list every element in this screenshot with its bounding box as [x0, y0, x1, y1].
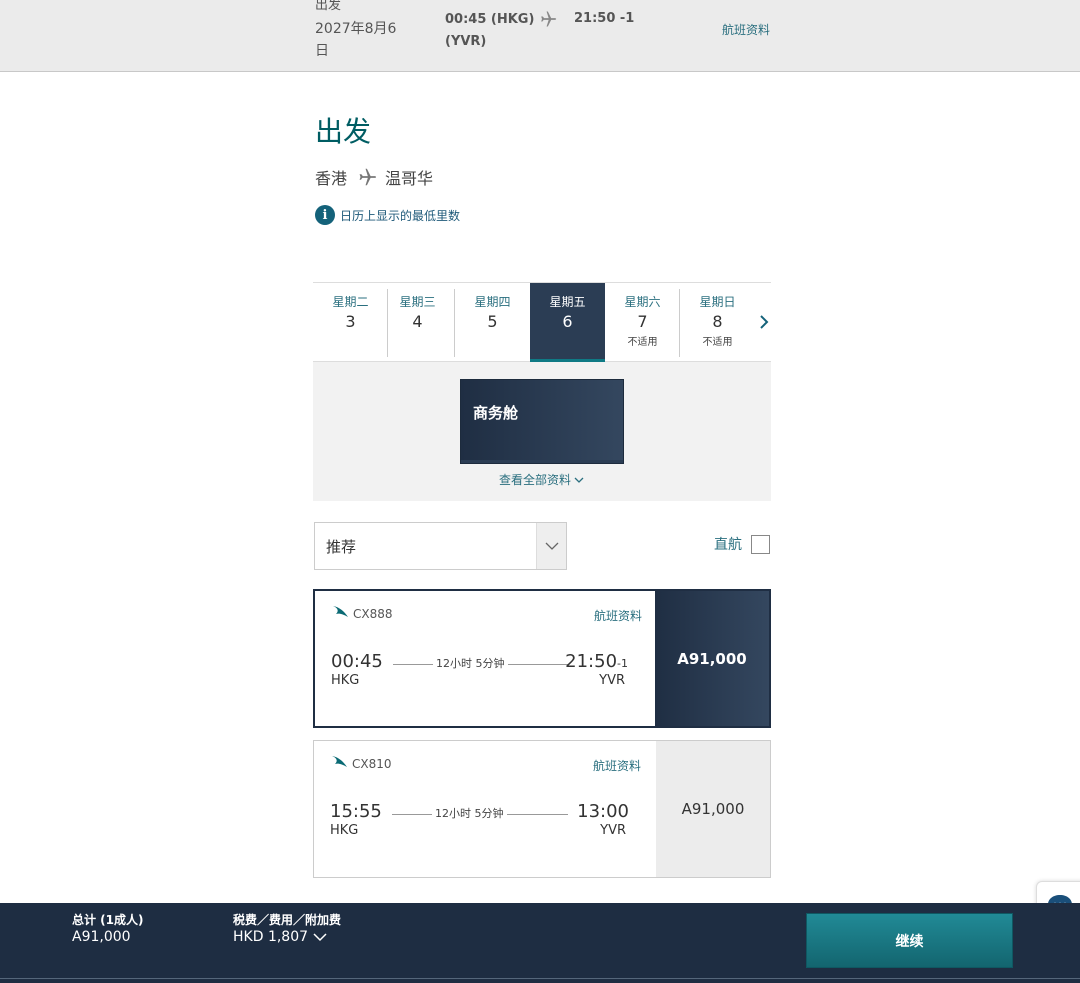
- departure-airport: HKG: [331, 673, 360, 688]
- flight-number: CX888: [353, 607, 393, 621]
- day-weekday: 星期二: [332, 295, 369, 309]
- view-all-label: 查看全部资料: [499, 473, 572, 487]
- total-value: A91,000: [72, 929, 131, 945]
- arrival-airport: YVR: [600, 823, 626, 838]
- summary-arrival: 21:50 -1: [574, 11, 635, 26]
- day-tab[interactable]: 星期六 7 不适用: [605, 283, 680, 362]
- fare-price-option[interactable]: A91,000: [656, 741, 770, 877]
- direct-flight-checkbox[interactable]: [751, 535, 770, 554]
- footer-divider: [0, 978, 1080, 979]
- direct-flight-label: 直航: [714, 537, 742, 553]
- route: 香港 温哥华: [315, 165, 433, 189]
- arrival-airport: YVR: [599, 673, 625, 688]
- day-unavailable: 不适用: [702, 337, 733, 348]
- flight-card[interactable]: CX810 航班资料 15:55 HKG 12小时 5分钟 13:00 YVR …: [313, 740, 771, 878]
- day-tab[interactable]: 星期四 5: [455, 283, 530, 362]
- destination-city: 温哥华: [385, 169, 434, 188]
- day-weekday: 星期六: [624, 295, 661, 309]
- chevron-right-icon[interactable]: [757, 313, 771, 331]
- day-date: 3: [345, 312, 356, 331]
- cabin-name: 商务舱: [473, 404, 519, 422]
- arrival-time-value: 21:50: [565, 651, 618, 672]
- day-tab[interactable]: 星期日 8 不适用: [680, 283, 755, 362]
- plane-icon: [541, 11, 557, 27]
- chevron-down-icon: [574, 477, 584, 483]
- day-weekday: 星期五: [549, 295, 586, 309]
- calendar-note[interactable]: i 日历上显示的最低里数: [315, 205, 460, 225]
- day-weekday: 星期日: [699, 295, 736, 309]
- day-tab-selected[interactable]: 星期五 6: [530, 283, 605, 362]
- continue-button[interactable]: 继续: [806, 913, 1013, 968]
- flight-number: CX810: [352, 757, 392, 771]
- flight-info-link[interactable]: 航班资料: [594, 607, 642, 624]
- view-all-link[interactable]: 查看全部资料: [499, 471, 584, 488]
- arrival-day-offset: -1: [617, 657, 628, 670]
- calendar-note-text: 日历上显示的最低里数: [340, 208, 461, 223]
- arrival-time-value: 13:00: [577, 801, 629, 822]
- flight-info-link[interactable]: 航班资料: [593, 757, 641, 774]
- day-tab[interactable]: 星期二 3: [313, 283, 388, 362]
- sort-select[interactable]: 推荐: [314, 522, 567, 570]
- arrival-time: 21:50-1: [565, 651, 628, 672]
- day-weekday: 星期四: [474, 295, 511, 309]
- departure-time: 00:45: [331, 651, 383, 672]
- day-unavailable: 不适用: [627, 337, 658, 348]
- cabin-business-card[interactable]: 商务舱: [460, 379, 624, 464]
- tax-label: 税费／费用／附加费: [233, 913, 342, 927]
- day-tab[interactable]: 星期三 4: [380, 283, 455, 362]
- departure-airport: HKG: [330, 823, 359, 838]
- booking-footer: 总计 (1成人) A91,000 税费／费用／附加费 HKD 1,807 继续: [0, 903, 1080, 983]
- plane-icon: [359, 168, 377, 186]
- arrival-time: 13:00: [577, 801, 629, 822]
- fare-price: A91,000: [681, 800, 745, 818]
- day-date: 4: [412, 312, 423, 331]
- day-date: 5: [487, 312, 498, 331]
- chevron-down-icon: [545, 542, 558, 550]
- airline-logo-icon: [332, 756, 347, 767]
- tax-value: HKD 1,807: [233, 929, 309, 945]
- flight-card-selected[interactable]: CX888 航班资料 00:45 HKG 12小时 5分钟 21:50-1 YV…: [313, 589, 771, 728]
- sort-value: 推荐: [326, 538, 357, 556]
- flight-summary-bar: 出发 2027年8月6日 00:45 (HKG) (YVR) 21:50 -1 …: [0, 0, 1080, 72]
- flight-duration: 12小时 5分钟: [432, 805, 507, 821]
- summary-flight-info-link[interactable]: 航班资料: [722, 21, 770, 38]
- fare-price: A91,000: [677, 649, 747, 668]
- summary-departure: 00:45 (HKG) (YVR): [445, 12, 535, 49]
- day-date: 6: [562, 312, 573, 331]
- summary-date: 2027年8月6日: [315, 21, 397, 59]
- origin-city: 香港: [315, 169, 348, 188]
- departure-time: 15:55: [330, 801, 382, 822]
- airline-logo-icon: [333, 606, 348, 617]
- day-date: 8: [712, 312, 723, 331]
- flight-duration: 12小时 5分钟: [433, 655, 508, 671]
- page-title: 出发: [315, 115, 372, 148]
- sort-dropdown-button[interactable]: [536, 523, 566, 569]
- info-icon: i: [315, 205, 335, 225]
- fare-price-selected[interactable]: A91,000: [655, 591, 769, 726]
- chevron-down-icon: [313, 933, 327, 942]
- total-label: 总计 (1成人): [72, 913, 144, 927]
- tax-toggle[interactable]: HKD 1,807: [233, 929, 327, 945]
- date-selector: 星期二 3 星期三 4 星期四 5 星期五 6 星期六 7 不适用 星期日 8 …: [313, 282, 771, 362]
- day-weekday: 星期三: [399, 295, 436, 309]
- cabin-panel: 商务舱 查看全部资料: [313, 362, 771, 501]
- summary-label: 出发: [315, 0, 342, 13]
- day-date: 7: [637, 312, 648, 331]
